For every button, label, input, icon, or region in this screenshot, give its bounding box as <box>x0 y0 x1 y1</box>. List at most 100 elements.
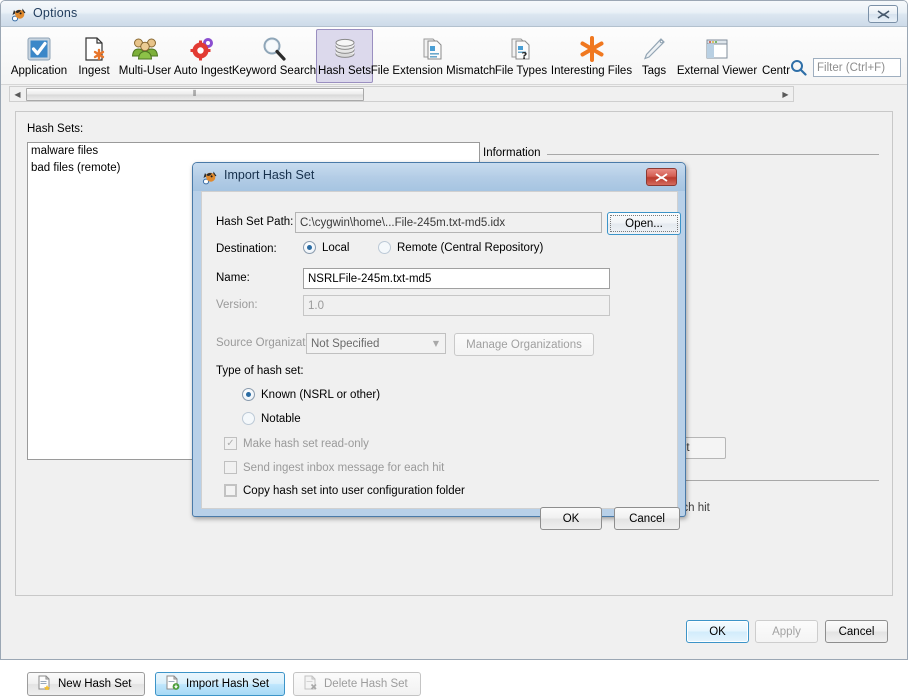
destination-label: Destination: <box>216 243 277 255</box>
destination-remote-radio[interactable]: Remote (Central Repository) <box>378 241 543 254</box>
type-known-label: Known (NSRL or other) <box>261 388 381 401</box>
import-hash-set-button[interactable]: Import Hash Set <box>155 672 285 696</box>
manage-organizations-button: Manage Organizations <box>454 333 594 356</box>
type-known-radio[interactable]: Known (NSRL or other) <box>242 388 380 401</box>
toolbar-label-file-types: File Types <box>494 65 548 77</box>
filter-input[interactable] <box>813 58 901 77</box>
hash-set-path-label: Hash Set Path: <box>216 216 294 228</box>
checkbox-checked-icon: ✓ <box>224 437 237 450</box>
window-close-button[interactable] <box>868 5 898 23</box>
dialog-body: Hash Set Path: Open... Destination: Loca… <box>201 191 681 530</box>
scrollbar-track[interactable] <box>364 87 778 101</box>
list-item[interactable]: malware files <box>28 143 479 160</box>
destination-local-label: Local <box>322 241 350 254</box>
information-divider <box>656 480 879 481</box>
type-notable-radio[interactable]: Notable <box>242 412 301 425</box>
dialog-ok-button[interactable]: OK <box>540 507 602 530</box>
make-read-only-label: Make hash set read-only <box>243 437 369 450</box>
toolbar-label-interesting-files: Interesting Files <box>550 65 633 77</box>
toolbar-label-hash-sets: Hash Sets <box>317 65 372 77</box>
toolbar-item-tags[interactable]: Tags <box>633 29 675 83</box>
version-input <box>303 295 610 316</box>
delete-file-icon <box>303 675 318 693</box>
delete-hash-set-button: Delete Hash Set <box>293 672 421 696</box>
source-organization-value: Not Specified <box>311 337 380 350</box>
svg-text:?: ? <box>522 51 528 62</box>
import-file-icon <box>165 675 180 693</box>
toolbar-item-hash-sets[interactable]: Hash Sets <box>316 29 373 83</box>
information-label: Information <box>483 147 547 159</box>
scrollbar-thumb[interactable]: ⦀ <box>26 87 364 101</box>
destination-local-radio[interactable]: Local <box>303 241 350 254</box>
multi-user-people-icon <box>129 33 161 64</box>
dialog-titlebar: Import Hash Set <box>193 163 685 191</box>
toolbar-item-external-viewer[interactable]: External Viewer <box>675 29 759 83</box>
toolbar-label-ingest: Ingest <box>78 65 110 77</box>
ok-button[interactable]: OK <box>686 620 749 643</box>
type-notable-label: Notable <box>261 412 301 425</box>
open-button[interactable]: Open... <box>607 212 681 235</box>
radio-off-icon <box>242 412 255 425</box>
source-organization-select[interactable]: Not Specified ▼ <box>306 333 446 354</box>
toolbar-item-multi-user[interactable]: Multi-User <box>116 29 174 83</box>
toolbar-item-application[interactable]: Application <box>7 29 71 83</box>
manage-organizations-label: Manage Organizations <box>466 338 582 351</box>
toolbar-scrollbar[interactable]: ◀ ⦀ ▶ <box>9 86 794 102</box>
checkbox-unchecked-icon <box>224 461 237 474</box>
delete-hash-set-label: Delete Hash Set <box>324 678 408 690</box>
auto-ingest-gears-icon <box>187 33 219 64</box>
dialog-title: Import Hash Set <box>224 168 315 182</box>
close-icon <box>655 172 668 182</box>
cancel-button[interactable]: Cancel <box>825 620 888 643</box>
version-label: Version: <box>216 299 258 311</box>
toolbar-item-auto-ingest[interactable]: Auto Ingest <box>172 29 234 83</box>
central-repository-icon <box>760 33 792 64</box>
send-ingest-inbox-checkbox: Send ingest inbox message for each hit <box>224 461 444 474</box>
toolbar-label-central-repository: Centr <box>761 65 791 77</box>
new-file-icon <box>37 675 52 693</box>
import-hash-set-dialog: Import Hash Set Hash Set Path: Open... D… <box>192 162 686 530</box>
hash-set-path-input[interactable] <box>295 212 602 233</box>
options-toolbar: Application Ingest Multi-User Auto Inges… <box>1 27 907 85</box>
radio-on-icon <box>242 388 255 401</box>
ingest-document-star-icon <box>78 33 110 64</box>
autopsy-dog-icon <box>202 169 219 186</box>
toolbar-label-external-viewer: External Viewer <box>676 65 758 77</box>
options-window: Options Application Ingest Multi-User Au… <box>0 0 908 696</box>
scroll-left-arrow-icon[interactable]: ◀ <box>10 87 25 101</box>
toolbar-item-file-extension-mismatch[interactable]: File Extension Mismatch <box>371 29 495 83</box>
dialog-close-button[interactable] <box>646 168 677 186</box>
tag-label-icon <box>638 33 670 64</box>
toolbar-item-keyword-search[interactable]: Keyword Search <box>231 29 317 83</box>
magnifier-icon <box>258 33 290 64</box>
database-cylinder-icon <box>329 33 361 64</box>
application-checkbox-icon <box>23 33 55 64</box>
information-separator <box>536 154 879 155</box>
file-types-question-icon: ? <box>505 33 537 64</box>
new-hash-set-button[interactable]: New Hash Set <box>27 672 145 696</box>
window-titlebar: Options <box>1 1 907 27</box>
toolbar-item-ingest[interactable]: Ingest <box>73 29 115 83</box>
radio-on-icon <box>303 241 316 254</box>
asterisk-star-icon <box>576 33 608 64</box>
close-icon <box>877 9 889 19</box>
toolbar-item-file-types[interactable]: ? File Types <box>492 29 550 83</box>
copy-to-config-folder-checkbox[interactable]: Copy hash set into user configuration fo… <box>224 484 465 497</box>
toolbar-label-file-extension-mismatch: File Extension Mismatch <box>370 65 496 77</box>
toolbar-label-multi-user: Multi-User <box>118 65 172 77</box>
dialog-cancel-button[interactable]: Cancel <box>614 507 680 530</box>
toolbar-label-application: Application <box>10 65 68 77</box>
destination-remote-label: Remote (Central Repository) <box>397 241 544 254</box>
open-button-label: Open... <box>625 217 663 230</box>
scroll-right-arrow-icon[interactable]: ▶ <box>778 87 793 101</box>
copy-to-config-folder-label: Copy hash set into user configuration fo… <box>243 484 465 497</box>
toolbar-item-interesting-files[interactable]: Interesting Files <box>550 29 633 83</box>
toolbar-label-tags: Tags <box>641 65 667 77</box>
toolbar-label-keyword-search: Keyword Search <box>231 65 317 77</box>
hash-sets-label: Hash Sets: <box>27 123 84 135</box>
file-extension-question-icon <box>417 33 449 64</box>
send-ingest-inbox-label: Send ingest inbox message for each hit <box>243 461 445 474</box>
autopsy-dog-icon <box>11 6 28 23</box>
name-input[interactable] <box>303 268 610 289</box>
search-icon <box>790 59 807 79</box>
